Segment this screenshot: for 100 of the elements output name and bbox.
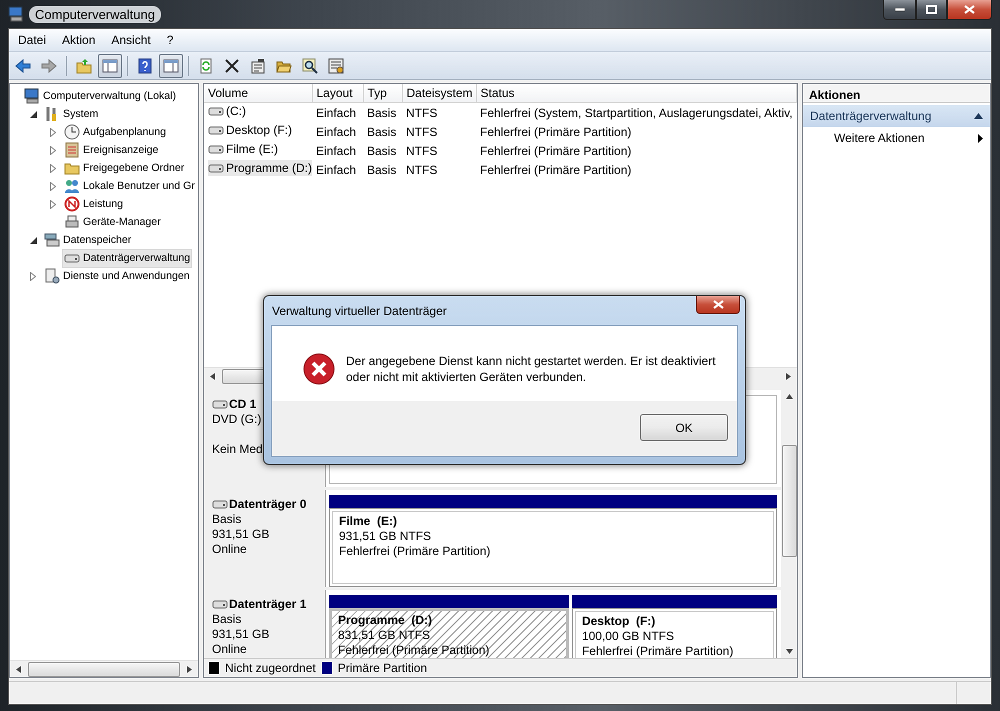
column-header[interactable]: Dateisystem <box>402 84 476 102</box>
back-arrow-icon <box>15 58 31 74</box>
column-header[interactable]: Layout <box>312 84 363 102</box>
tree-item[interactable]: System <box>42 104 100 124</box>
panel-toggle-button[interactable] <box>159 54 183 78</box>
tree-item[interactable]: Aufgabenplanung <box>62 122 168 142</box>
menu-item[interactable]: Aktion <box>54 30 104 50</box>
expanded-arrow-icon[interactable] <box>30 236 37 244</box>
disk-detail: Basis <box>212 512 242 527</box>
menu-item[interactable]: Datei <box>10 30 54 50</box>
column-header[interactable]: Volume <box>204 84 312 102</box>
left-arrow-icon[interactable] <box>15 666 22 672</box>
scrollbar-thumb[interactable] <box>222 368 265 384</box>
tree-item[interactable]: Computerverwaltung (Lokal) <box>22 86 178 106</box>
action-section[interactable]: Datenträgerverwaltung <box>803 105 990 127</box>
left-arrow-icon[interactable] <box>209 372 216 380</box>
panel-icon <box>102 58 118 74</box>
printer-icon <box>64 214 80 230</box>
window-title: Computerverwaltung <box>29 6 161 22</box>
maximize-button[interactable] <box>916 0 947 20</box>
column-header[interactable]: Typ <box>363 84 402 102</box>
tree-item[interactable]: Dienste und Anwendungen <box>42 266 192 286</box>
down-arrow-icon[interactable] <box>786 649 792 654</box>
partition-box[interactable]: Programme (D:) 831,51 GB NTFS Fehlerfrei (Primäre Partition) <box>329 608 569 658</box>
computer-icon <box>8 6 24 22</box>
table-cell-text: Basis <box>366 162 398 178</box>
table-cell[interactable]: (C:) <box>208 103 248 119</box>
close-button[interactable] <box>947 0 992 20</box>
error-icon <box>303 353 335 385</box>
partition-box[interactable]: Filme (E:) 931,51 GB NTFS Fehlerfrei (Primäre Partition) <box>329 508 777 587</box>
partition-name: Programme (D:) <box>338 613 434 628</box>
disk-detail: DVD (G:) <box>212 412 262 427</box>
minimize-button[interactable] <box>883 0 916 20</box>
action-link[interactable]: Weitere Aktionen <box>803 127 990 149</box>
disk-detail: Online <box>212 542 248 557</box>
users-icon <box>64 178 80 194</box>
up-arrow-icon[interactable] <box>786 394 792 399</box>
table-cell-text: Fehlerfrei (Primäre Partition) <box>479 142 632 160</box>
collapsed-arrow-icon[interactable] <box>50 164 56 172</box>
expanded-arrow-icon[interactable] <box>30 110 37 118</box>
close-button[interactable] <box>696 296 740 314</box>
table-cell[interactable]: Programme (D:) <box>208 160 312 176</box>
right-triangle-icon <box>978 134 983 142</box>
legend-label: Primäre Partition <box>338 661 428 675</box>
table-cell[interactable]: Filme (E:) <box>208 141 280 157</box>
partition-box[interactable]: Desktop (F:) 100,00 GB NTFS Fehlerfrei (Primäre Partition) <box>572 608 777 658</box>
panel-title: Aktionen <box>803 84 990 103</box>
table-cell: Einfach <box>312 102 363 122</box>
services-icon <box>44 268 60 284</box>
disk-detail: 931,51 GB <box>212 527 270 542</box>
table-cell: NTFS <box>402 102 476 122</box>
disk-name: Datenträger 0 <box>229 497 306 511</box>
scrollbar-thumb[interactable] <box>782 445 796 557</box>
legend-label: Nicht zugeordnet <box>225 661 316 675</box>
partition-status: Fehlerfrei (Primäre Partition) <box>582 644 734 658</box>
panel-toggle-button[interactable] <box>98 54 122 78</box>
menu-item[interactable]: ? <box>158 30 182 50</box>
tree-item[interactable]: Geräte-Manager <box>62 212 163 232</box>
collapsed-arrow-icon[interactable] <box>50 146 56 154</box>
tree-item[interactable]: Ereignisanzeige <box>62 140 160 160</box>
computer-icon <box>24 88 40 104</box>
partition-status: Fehlerfrei (Primäre Partition) <box>338 643 490 658</box>
table-cell: Basis <box>363 102 402 122</box>
search-icon <box>302 58 318 74</box>
right-arrow-icon[interactable] <box>186 666 193 672</box>
column-header[interactable]: Status <box>476 84 796 102</box>
ok-button[interactable]: OK <box>640 414 728 441</box>
table-cell-text: NTFS <box>405 162 438 178</box>
help-icon <box>137 58 153 74</box>
table-cell-text: Basis <box>366 142 398 160</box>
close-icon <box>712 300 724 309</box>
menu-item[interactable]: Ansicht <box>103 30 159 50</box>
settings-icon <box>328 58 344 74</box>
table-cell-text: Fehlerfrei (Primäre Partition) <box>479 124 632 140</box>
tree-item[interactable]: Freigegebene Ordner <box>62 158 186 178</box>
tree-item[interactable]: Datenspeicher <box>42 230 134 250</box>
collapsed-arrow-icon[interactable] <box>30 272 36 280</box>
tree-item[interactable]: Lokale Benutzer und Gr <box>62 176 197 196</box>
disk-detail: Kein Med <box>212 442 264 457</box>
disk-name: CD 1 <box>229 397 256 411</box>
properties-icon <box>250 58 266 74</box>
dialog-title: Verwaltung virtueller Datenträger <box>272 304 447 318</box>
table-cell-text: NTFS <box>405 142 438 160</box>
collapsed-arrow-icon[interactable] <box>50 182 56 190</box>
disk-detail: Online <box>212 642 248 657</box>
collapsed-arrow-icon[interactable] <box>50 200 56 208</box>
tree-item[interactable]: Leistung <box>62 194 126 214</box>
partition-name: Filme (E:) <box>339 514 398 529</box>
dialog-message: Der angegebene Dienst kann nicht gestartet werden. Er ist deaktiviert oder nicht mit aktivierten Geräten verbunden. <box>346 353 717 385</box>
disk-name: Datenträger 1 <box>229 597 306 611</box>
horizontal-scrollbar[interactable] <box>10 660 198 677</box>
refresh-icon <box>198 58 214 74</box>
table-cell: Fehlerfrei (System, Startpartition, Auslagerungsdatei, Aktiv, <box>476 102 796 122</box>
table-cell[interactable]: Desktop (F:) <box>208 122 294 138</box>
tree-item[interactable]: Datenträgerverwaltung <box>62 248 192 268</box>
collapsed-arrow-icon[interactable] <box>50 128 56 136</box>
partition-size: 831,51 GB NTFS <box>338 628 432 643</box>
scrollbar-thumb[interactable] <box>28 662 180 676</box>
folder-up-icon <box>76 58 92 74</box>
right-arrow-icon[interactable] <box>785 372 792 380</box>
